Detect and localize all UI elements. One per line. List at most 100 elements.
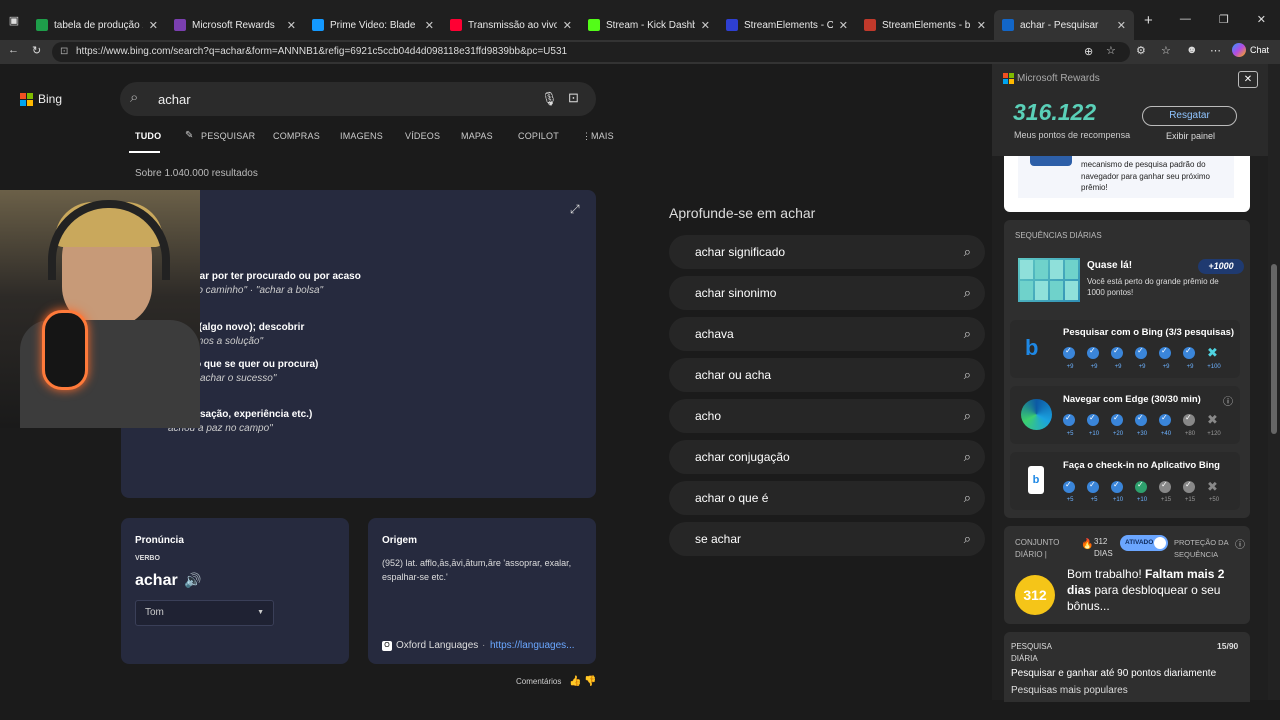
tab-compras[interactable]: COMPRAS xyxy=(273,131,320,141)
tab-imagens[interactable]: IMAGENS xyxy=(340,131,383,141)
streak-message-c: para desbloquear o seu bônus... xyxy=(1067,583,1221,613)
tab-2[interactable]: Prime Video: Blade Runner ✕ xyxy=(304,10,442,40)
tab-copilot[interactable]: COPILOT xyxy=(518,131,559,141)
tab-pesquisar[interactable]: PESQUISAR xyxy=(201,131,255,141)
thumbs-down-icon[interactable]: 👎 xyxy=(584,676,596,687)
close-panel-button[interactable]: ✕ xyxy=(1238,71,1258,88)
progress-step: ✓ xyxy=(1135,413,1147,426)
expand-icon[interactable]: ⤢ xyxy=(570,202,580,217)
search-input[interactable]: achar xyxy=(158,92,191,107)
related-search-item[interactable]: achar conjugação ⌕ xyxy=(669,440,985,474)
source-link[interactable]: https://languages... xyxy=(490,640,575,651)
step-points: +9 xyxy=(1090,364,1098,370)
visual-search-icon[interactable]: ⊡ xyxy=(568,90,579,106)
new-tab-button[interactable]: + xyxy=(1144,12,1153,29)
window-menu-icon[interactable]: ▣ xyxy=(0,14,28,27)
favorites-icon[interactable]: ☆ xyxy=(1161,44,1171,57)
related-search-item[interactable]: achar significado ⌕ xyxy=(669,235,985,269)
tab-1[interactable]: Microsoft Rewards ✕ xyxy=(166,10,304,40)
info-icon[interactable]: ⓘ xyxy=(1223,393,1233,408)
tab-videos[interactable]: VÍDEOS xyxy=(405,131,440,141)
related-search-item[interactable]: se achar ⌕ xyxy=(669,522,985,556)
refresh-icon[interactable]: ↻ xyxy=(32,44,41,57)
step-points: +30 xyxy=(1136,431,1148,437)
progress-step: ✓ xyxy=(1159,480,1171,493)
restore-icon[interactable]: ❐ xyxy=(1219,13,1229,26)
related-search-item[interactable]: achava ⌕ xyxy=(669,317,985,351)
days-count: 312 xyxy=(1094,537,1108,546)
step-points: +9 xyxy=(1114,364,1122,370)
page-scrollbar[interactable] xyxy=(1268,64,1280,700)
tab-title: tabela de produção 2026 A xyxy=(54,19,143,31)
bing-logo[interactable]: Bing xyxy=(20,92,62,106)
close-tab-icon[interactable]: ✕ xyxy=(1117,19,1126,32)
tab-mais[interactable]: MAIS xyxy=(591,131,614,141)
toggle-label: ATIVADO xyxy=(1125,539,1154,546)
tab-3[interactable]: Transmissão ao vivo - YouTu ✕ xyxy=(442,10,580,40)
close-tab-icon[interactable]: ✕ xyxy=(149,19,158,32)
related-search-item[interactable]: achar ou acha ⌕ xyxy=(669,358,985,392)
close-tab-icon[interactable]: ✕ xyxy=(425,19,434,32)
progress-step: ✓ xyxy=(1111,346,1123,359)
site-info-icon[interactable]: ⊡ xyxy=(60,42,68,62)
progress-step: ✓ xyxy=(1183,480,1195,493)
close-tab-icon[interactable]: ✕ xyxy=(701,19,710,32)
feedback-label[interactable]: Comentários xyxy=(516,677,561,686)
tab-favicon-icon xyxy=(450,19,462,31)
extensions-icon[interactable]: ⚙ xyxy=(1136,44,1146,57)
scrollbar-thumb[interactable] xyxy=(1271,264,1277,434)
close-tab-icon[interactable]: ✕ xyxy=(287,19,296,32)
results-count: Sobre 1.040.000 resultados xyxy=(135,168,258,179)
streak-message-a: Bom trabalho! xyxy=(1067,567,1146,581)
progress-step: ✓ xyxy=(1087,346,1099,359)
tab-6[interactable]: StreamElements - bumbleb ✕ xyxy=(856,10,994,40)
progress-step: ✓ xyxy=(1183,346,1195,359)
microphone-icon[interactable]: 🎙 xyxy=(541,91,558,107)
zoom-icon[interactable]: ⊕ xyxy=(1084,45,1093,58)
copilot-icon xyxy=(1232,43,1246,57)
tab-7[interactable]: achar - Pesquisar ✕ xyxy=(994,10,1134,40)
related-title: Aprofunde-se em achar xyxy=(669,205,816,221)
related-search-item[interactable]: acho ⌕ xyxy=(669,399,985,433)
copilot-chat-button[interactable]: Chat xyxy=(1232,43,1269,57)
pronunciation-title: Pronúncia xyxy=(135,535,184,546)
back-icon[interactable]: ← xyxy=(8,44,19,56)
progress-step: ✓ xyxy=(1183,413,1195,426)
tab-title: achar - Pesquisar xyxy=(1020,19,1099,31)
thumbs-up-icon[interactable]: 👍 xyxy=(569,676,581,687)
tab-5[interactable]: StreamElements - Overlays ✕ xyxy=(718,10,856,40)
search-icon: ⌕ xyxy=(963,326,971,341)
tone-select[interactable]: Tom ▼ xyxy=(135,600,274,626)
search-box[interactable]: ⌕ achar 🎙 ⊡ xyxy=(120,82,596,116)
tab-title: Prime Video: Blade Runner xyxy=(330,19,419,31)
progress-step: ✓ xyxy=(1087,413,1099,426)
url-field[interactable]: ⊡ https://www.bing.com/search?q=achar&for… xyxy=(52,42,1130,62)
minimize-icon[interactable]: — xyxy=(1180,13,1191,26)
speaker-icon[interactable]: 🔊 xyxy=(184,572,201,589)
related-search-item[interactable]: achar sinonimo ⌕ xyxy=(669,276,985,310)
redeem-button[interactable]: Resgatar xyxy=(1142,106,1237,126)
close-tab-icon[interactable]: ✕ xyxy=(977,19,986,32)
profile-icon[interactable]: ☻ xyxy=(1186,44,1198,56)
protection-toggle[interactable]: ATIVADO xyxy=(1120,535,1168,551)
close-tab-icon[interactable]: ✕ xyxy=(563,19,572,32)
more-menu-icon[interactable]: ⋮ xyxy=(582,131,591,142)
task-1-points: +9 +9 +9 +9 +9 +9 +100 xyxy=(1063,364,1221,370)
close-window-icon[interactable]: ✕ xyxy=(1257,13,1266,26)
tab-0[interactable]: tabela de produção 2026 A ✕ xyxy=(28,10,166,40)
close-tab-icon[interactable]: ✕ xyxy=(839,19,848,32)
tab-tudo[interactable]: TUDO xyxy=(135,131,161,141)
step-points: +10 xyxy=(1136,497,1148,503)
tab-title: StreamElements - Overlays xyxy=(744,19,833,31)
related-search-item[interactable]: achar o que é ⌕ xyxy=(669,481,985,515)
tab-mapas[interactable]: MAPAS xyxy=(461,131,493,141)
favorite-star-icon[interactable]: ☆ xyxy=(1106,44,1116,57)
tab-4[interactable]: Stream - Kick Dashboa ✕ xyxy=(580,10,718,40)
protection-label: PROTEÇÃO DA SEQUÊNCIA xyxy=(1174,538,1229,559)
sense-3-example: achar o sucesso" xyxy=(200,373,277,384)
view-panel-link[interactable]: Exibir painel xyxy=(1166,131,1215,141)
bing-logo-text: Bing xyxy=(38,92,63,106)
more-icon[interactable]: ⋯ xyxy=(1210,44,1221,57)
phone-app-icon: b xyxy=(1028,466,1044,494)
protection-info-icon[interactable]: ⓘ xyxy=(1235,536,1245,551)
